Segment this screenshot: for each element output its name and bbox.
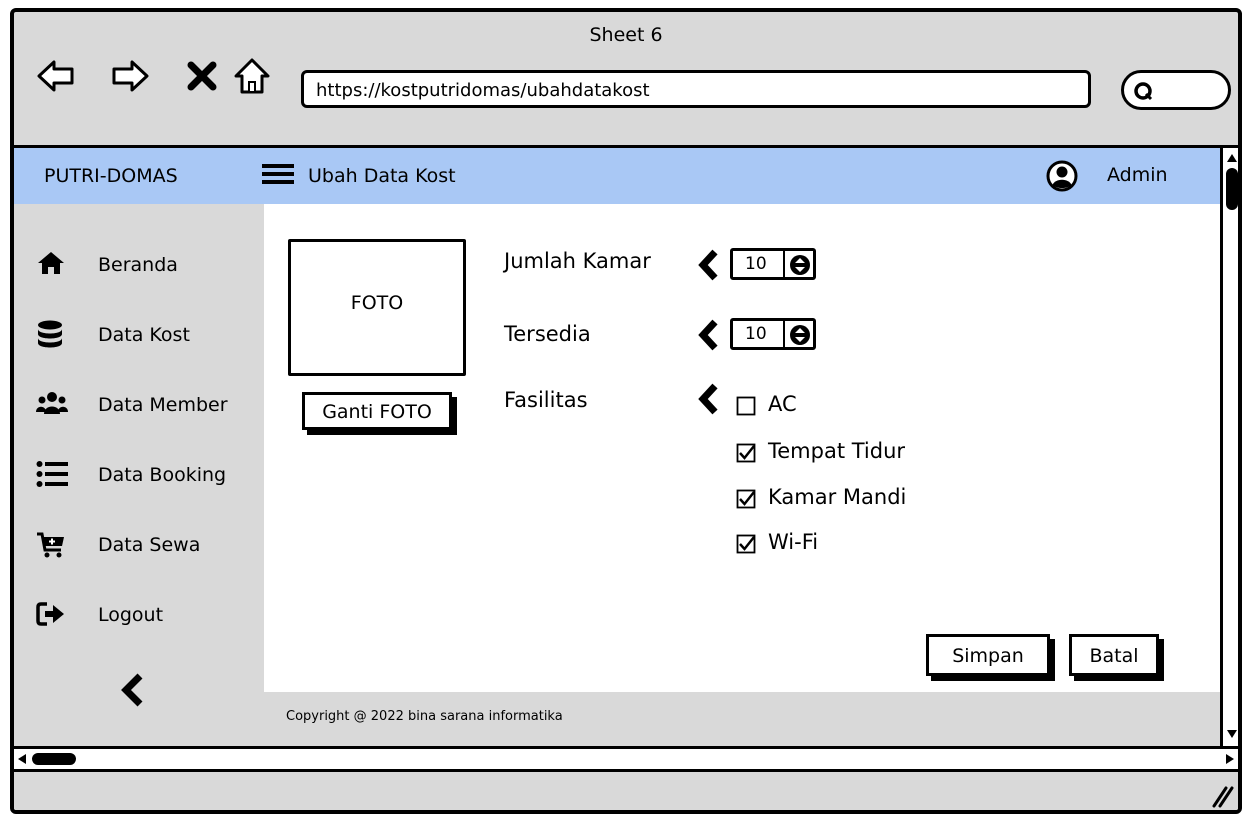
cart-icon	[37, 532, 64, 558]
browser-search-box[interactable]	[1121, 70, 1231, 110]
chevron-left-icon	[698, 249, 718, 281]
checkbox-wi-fi[interactable]: Wi-Fi	[736, 530, 976, 558]
scroll-down-icon[interactable]	[1225, 728, 1239, 740]
back-arrow-icon[interactable]	[36, 56, 76, 96]
resize-grip-icon[interactable]	[1210, 784, 1234, 808]
scroll-left-icon[interactable]	[16, 752, 28, 766]
checkbox-checked-icon	[736, 489, 756, 509]
checkbox-ac[interactable]: AC	[736, 392, 976, 420]
sidebar: Beranda Data Kost Data Member Data Booki…	[14, 204, 264, 750]
page-title: Ubah Data Kost	[308, 165, 456, 187]
checkbox-tempat-tidur[interactable]: Tempat Tidur	[736, 439, 976, 467]
tersedia-value: 10	[745, 324, 767, 344]
app-header: PUTRI-DOMAS Ubah Data Kost Admin	[14, 148, 1220, 204]
edit-kost-form: FOTO Ganti FOTO Jumlah Kamar 10 Tersedia…	[264, 204, 1220, 692]
save-button[interactable]: Simpan	[926, 634, 1050, 676]
sidebar-item-label: Data Member	[98, 394, 228, 416]
url-bar[interactable]: https://kostputridomas/ubahdatakost	[301, 70, 1091, 108]
scrollbar-thumb[interactable]	[1226, 168, 1238, 210]
status-bar	[14, 772, 1238, 810]
sidebar-item-logout[interactable]: Logout	[14, 590, 264, 636]
checkbox-label: Kamar Mandi	[768, 485, 907, 509]
scrollbar-thumb[interactable]	[32, 753, 76, 765]
fasilitas-label: Fasilitas	[504, 388, 588, 412]
checkbox-label: Tempat Tidur	[768, 439, 906, 463]
sidebar-item-data-booking[interactable]: Data Booking	[14, 450, 264, 496]
sidebar-item-beranda[interactable]: Beranda	[14, 240, 264, 286]
stepper-arrows-icon[interactable]	[789, 254, 811, 276]
vertical-scrollbar[interactable]	[1220, 148, 1239, 746]
checkbox-unchecked-icon	[736, 396, 756, 416]
checkbox-label: Wi-Fi	[768, 530, 819, 554]
stepper-arrows-icon[interactable]	[789, 324, 811, 346]
database-icon	[38, 320, 62, 348]
change-photo-button[interactable]: Ganti FOTO	[302, 392, 452, 430]
chevron-left-icon	[698, 319, 718, 351]
user-circle-icon[interactable]	[1046, 160, 1078, 192]
window-title: Sheet 6	[589, 24, 663, 46]
horizontal-scrollbar[interactable]	[14, 746, 1238, 772]
sidebar-item-label: Beranda	[98, 254, 178, 276]
scroll-up-icon[interactable]	[1225, 152, 1239, 164]
users-icon	[36, 392, 68, 414]
user-name[interactable]: Admin	[1107, 164, 1168, 186]
jumlah-kamar-label: Jumlah Kamar	[504, 249, 651, 273]
jumlah-kamar-stepper[interactable]: 10	[730, 248, 816, 280]
chevron-left-icon[interactable]	[118, 672, 148, 708]
logout-icon	[36, 602, 64, 626]
chevron-left-icon	[698, 383, 718, 415]
sidebar-item-label: Logout	[98, 604, 164, 626]
brand-name: PUTRI-DOMAS	[44, 165, 178, 187]
checkbox-kamar-mandi[interactable]: Kamar Mandi	[736, 485, 976, 513]
hamburger-menu-icon[interactable]	[262, 164, 294, 190]
close-icon[interactable]	[182, 56, 222, 96]
sidebar-item-label: Data Kost	[98, 324, 190, 346]
browser-window: Sheet 6 https://kostputridomas/ubahdatak…	[10, 8, 1242, 814]
sidebar-item-label: Data Booking	[98, 464, 227, 486]
jumlah-kamar-value: 10	[745, 254, 767, 274]
tersedia-label: Tersedia	[504, 322, 591, 346]
checkbox-checked-icon	[736, 534, 756, 554]
footer-copyright: Copyright @ 2022 bina sarana informatika	[286, 709, 563, 724]
checkbox-label: AC	[768, 392, 797, 416]
search-icon	[1134, 82, 1153, 101]
sidebar-item-label: Data Sewa	[98, 534, 201, 556]
sidebar-item-data-kost[interactable]: Data Kost	[14, 310, 264, 356]
scroll-right-icon[interactable]	[1224, 752, 1236, 766]
cancel-button[interactable]: Batal	[1069, 634, 1159, 676]
photo-placeholder-label: FOTO	[350, 292, 404, 314]
list-icon	[36, 461, 68, 487]
sidebar-item-data-member[interactable]: Data Member	[14, 380, 264, 426]
tersedia-stepper[interactable]: 10	[730, 318, 816, 350]
home-icon[interactable]	[232, 56, 272, 96]
home-icon	[38, 252, 64, 274]
photo-placeholder: FOTO	[288, 239, 466, 376]
checkbox-checked-icon	[736, 443, 756, 463]
sidebar-item-data-sewa[interactable]: Data Sewa	[14, 520, 264, 566]
forward-arrow-icon[interactable]	[110, 56, 150, 96]
